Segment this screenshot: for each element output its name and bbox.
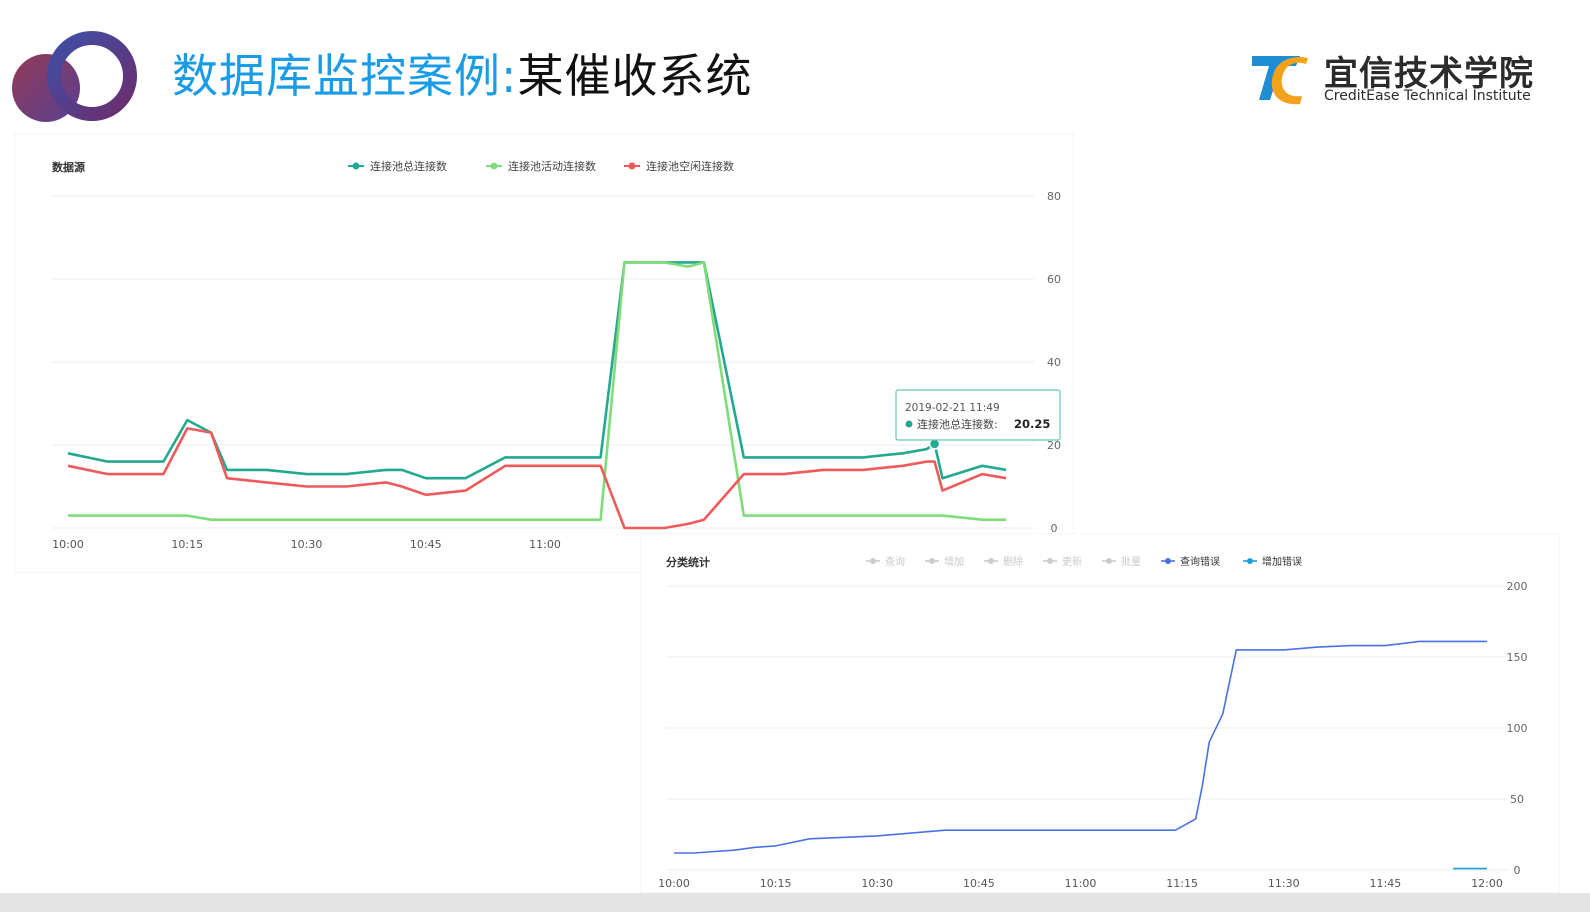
x-tick-label: 10:00 [52,538,84,551]
x-tick-label: 11:45 [1370,877,1402,890]
tooltip-marker [905,420,913,428]
tc-logo-icon [1252,56,1308,105]
x-tick-label: 12:00 [1471,877,1503,890]
legend-marker[interactable] [628,162,636,170]
logo-rings-icon [12,31,137,122]
x-tick-label: 10:45 [410,538,442,551]
x-tick-label: 10:30 [291,538,323,551]
x-tick-label: 10:15 [760,877,792,890]
brand-name-en: CreditEase Technical Institute [1324,88,1531,104]
tooltip-series: 连接池总连接数: [917,417,998,431]
legend-label[interactable]: 更新 [1062,555,1082,568]
title-highlight: 数据库监控案例: [172,49,518,103]
y-tick-label: 80 [1047,190,1061,203]
y-tick-label: 20 [1047,439,1061,452]
tooltip-box [895,389,1061,441]
legend-label[interactable]: 查询错误 [1180,555,1220,568]
x-tick-label: 11:15 [1166,877,1198,890]
x-tick-label: 10:15 [171,538,203,551]
y-tick-label: 60 [1047,273,1061,286]
chart-panel [14,133,1074,573]
bottom-divider [0,893,1590,912]
y-tick-label: 150 [1507,651,1528,664]
legend-label[interactable]: 增加错误 [1262,555,1302,568]
brand-logo: 宜信技术学院 CreditEase Technical Institute [1250,46,1550,108]
legend-label[interactable]: 查询 [885,555,905,568]
title-subject: 某催收系统 [517,49,753,103]
legend-label[interactable]: 连接池总连接数 [370,159,447,173]
legend-marker[interactable] [929,558,935,564]
y-tick-label: 0 [1514,864,1521,877]
legend-label[interactable]: 增加 [944,555,964,568]
x-tick-label: 10:30 [861,877,893,890]
x-tick-label: 11:00 [529,538,561,551]
legend-label[interactable]: 连接池活动连接数 [508,160,596,173]
y-tick-label: 100 [1507,722,1528,735]
y-tick-label: 50 [1510,793,1524,806]
x-tick-label: 10:45 [963,877,995,890]
chart-panel [640,533,1560,893]
category-stats-chart: 分类统计 200 150 100 50 0 10:00 10:15 10:30 10:45 11:0… [640,533,1560,893]
legend-marker[interactable] [1165,558,1171,564]
legend-marker[interactable] [1047,558,1053,564]
page-title: 数据库监控案例:某催收系统 [172,44,753,108]
datasource-chart: 数据源80604020010:00 10:15 10:30 10:45 11:00连接池… [14,133,1074,573]
tooltip-time: 2019-02-21 11:49 [905,402,1000,414]
legend-marker[interactable] [490,162,498,170]
x-tick-label: 11:00 [1065,877,1097,890]
y-tick-label: 200 [1507,580,1528,593]
chart-title: 分类统计 [666,555,710,569]
x-tick-label: 11:30 [1268,877,1300,890]
legend-marker[interactable] [352,162,360,170]
tooltip-value: 20.25 [1014,417,1050,431]
legend-marker[interactable] [870,558,876,564]
x-tick-label: 10:00 [658,877,690,890]
legend-label[interactable]: 删除 [1003,555,1023,568]
legend-marker[interactable] [1106,558,1112,564]
legend-label[interactable]: 批量 [1121,555,1141,568]
legend-marker[interactable] [988,558,994,564]
legend-marker[interactable] [1247,558,1253,564]
legend-label[interactable]: 连接池空闲连接数 [646,159,734,173]
y-tick-label: 40 [1047,356,1061,369]
chart-title: 数据源 [52,160,85,174]
